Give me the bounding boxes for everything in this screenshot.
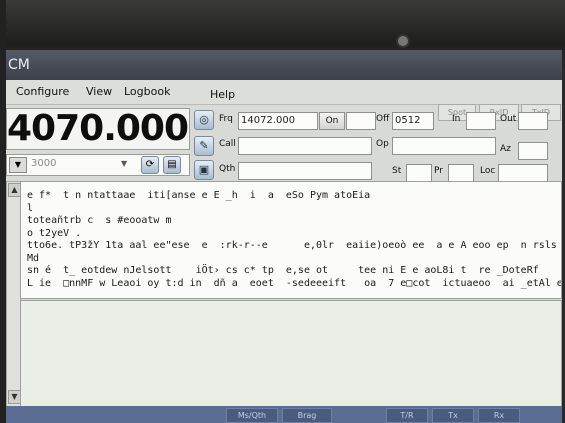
- window-icon[interactable]: ▤: [163, 156, 181, 174]
- mode-select-value: 3000: [31, 158, 57, 169]
- in-label: In: [452, 114, 461, 124]
- off-time-field[interactable]: 0512: [392, 112, 434, 130]
- window-title: CM: [8, 57, 30, 73]
- menu-configure[interactable]: Configure: [16, 85, 69, 98]
- out-label: Out: [500, 114, 517, 124]
- pr-field[interactable]: [448, 164, 474, 182]
- az-label: Az: [500, 144, 511, 154]
- loc-label: Loc: [480, 166, 496, 176]
- rx-line: o t2yeV .: [27, 227, 82, 239]
- rx-button[interactable]: Rx: [478, 408, 520, 423]
- receive-scrollbar[interactable]: ▲ ▼: [6, 181, 21, 408]
- bezel-screw: [396, 34, 410, 48]
- save-icon[interactable]: ▣: [194, 160, 214, 180]
- menu-help[interactable]: Help: [210, 88, 235, 101]
- menu-bar: Configure View Logbook Help: [6, 80, 562, 105]
- on-time-field[interactable]: [346, 112, 376, 130]
- window-titlebar: CM: [6, 50, 562, 80]
- on-button[interactable]: On: [319, 112, 345, 130]
- clear-icon[interactable]: ✎: [194, 136, 214, 156]
- st-field[interactable]: [406, 164, 432, 182]
- op-field[interactable]: [392, 137, 496, 155]
- frequency-display[interactable]: 4070.000: [6, 108, 190, 150]
- rx-line: L ie □nnMF w Leaoi oy t:d in dñ a eoet -…: [27, 277, 561, 289]
- rx-line: e f* t n ntattaae iti[anse e E _h i a eS…: [27, 190, 371, 201]
- menu-view[interactable]: View: [86, 85, 112, 98]
- call-field[interactable]: [238, 137, 372, 155]
- loc-field[interactable]: [498, 164, 548, 182]
- rx-line: tto6e. tP3žY 1ta aal ee"ese e :rk-r--e e…: [27, 240, 557, 251]
- rx-line: toteañtrb c s #eooatw m: [27, 215, 172, 226]
- az-field[interactable]: [518, 142, 548, 160]
- macro-bar: Ms/Qth Brag T/R Tx Rx: [6, 406, 562, 423]
- rst-out-field[interactable]: [518, 112, 548, 130]
- pr-label: Pr: [434, 166, 443, 176]
- menu-logbook[interactable]: Logbook: [124, 85, 170, 98]
- rst-in-field[interactable]: [466, 112, 496, 130]
- refresh-icon[interactable]: ⟳: [141, 156, 159, 174]
- frq-label: Frq: [219, 114, 233, 124]
- frq-field[interactable]: 14072.000: [238, 112, 318, 130]
- tr-button[interactable]: T/R: [386, 408, 428, 423]
- off-label: Off: [376, 114, 390, 124]
- app-window: CM Configure View Logbook Help Spot RxID…: [6, 50, 562, 423]
- op-label: Op: [376, 139, 389, 149]
- tx-button[interactable]: Tx: [432, 408, 474, 423]
- rx-line: sn é t_ eotdew nJelsott iÖt› cs c* tp e,…: [27, 265, 539, 276]
- mode-select[interactable]: ▼ 3000 ▼ ⟳ ▤: [6, 154, 190, 176]
- rx-line: l: [27, 202, 34, 214]
- rx-line: Md: [27, 252, 40, 264]
- chevron-down-icon[interactable]: ▼: [121, 159, 127, 168]
- transmit-text-pane[interactable]: [20, 300, 562, 408]
- macro-button[interactable]: Ms/Qth: [226, 408, 278, 423]
- st-label: St: [392, 166, 402, 176]
- call-label: Call: [219, 139, 236, 149]
- qsy-icon[interactable]: ◎: [194, 110, 214, 130]
- macro-button[interactable]: Brag: [282, 408, 332, 423]
- receive-text-pane[interactable]: e f* t n ntattaae iti[anse e E _h i a eS…: [20, 181, 562, 299]
- qth-field[interactable]: [238, 162, 372, 180]
- qth-label: Qth: [219, 164, 236, 174]
- dropdown-arrow-icon[interactable]: ▼: [9, 157, 27, 173]
